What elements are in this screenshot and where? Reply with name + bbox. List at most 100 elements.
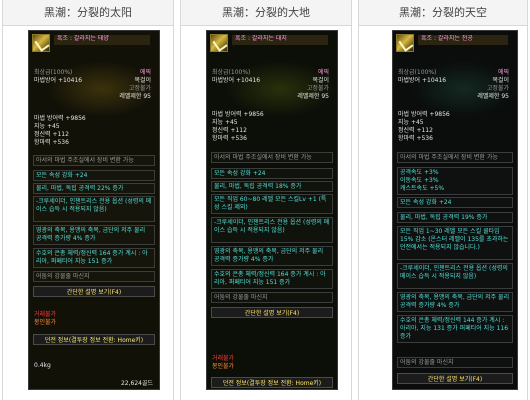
column-header-sky: 黑潮：分裂的天空 [358, 0, 528, 26]
grade-text: 최상급(100%) [34, 69, 73, 76]
set-name-box: 어둠의 강물줄 마신지 [397, 357, 513, 368]
skill-option-text: -크루세이더, 인챈트리스 전용 옵션 (성령의 메이스 습득 시 적용되지 않… [214, 219, 330, 235]
stat-line: 마법 방어력 +9856 [212, 111, 264, 118]
tooltip-header: 흑조 : 갈라지는 대지 [210, 34, 334, 66]
set-name-text: 어둠의 강물줄 마신지 [214, 294, 268, 301]
element-box: 모든 속성 강화 +24 [211, 168, 333, 179]
buff-box-2: 수호의 은총 체력/정신력 144 증가 계시 : 아리아, 지능 131 증가… [397, 315, 513, 343]
simple-description-button[interactable]: 간단한 설명 보기(F4) [33, 286, 155, 297]
set-name-text: 어둠의 강물줄 마신지 [400, 359, 454, 366]
stat-line: 지능 +45 [212, 119, 238, 126]
column-header-sun: 黑潮：分裂的太阳 [2, 0, 174, 26]
tooltip-header: 흑조 : 갈라지는 태양 [32, 34, 156, 66]
defense-top-text: 마법방어 +10416 [398, 77, 447, 84]
damage-text: 물리, 마법, 독립 공격력 19% 증가 [400, 214, 488, 221]
slot-text: 목걸이 [134, 77, 151, 84]
damage-text: 물리, 마법, 독립 공격력 18% 증가 [214, 183, 302, 190]
element-text: 모든 속성 강화 +24 [400, 199, 452, 206]
stat-line: 마법 방어력 +9856 [398, 111, 450, 118]
simple-description-button[interactable]: 간단한 설명 보기(F4) [397, 373, 513, 384]
stat-line: 지능 +45 [398, 119, 424, 126]
buff-box-1: 영광의 축복, 용맹의 축복, 금단의 저주 물리 공격력 증가량 4% 증가 [397, 292, 513, 312]
grade-text: 최상급(100%) [398, 69, 437, 76]
simple-description-button[interactable]: 간단한 설명 보기(F4) [211, 307, 333, 318]
element-box: 모든 속성 강화 +24 [33, 170, 155, 181]
option-note: 아서의 마법 주조실에서 장비 변환 가능 [400, 154, 498, 161]
stat-line: 항마력 +536 [212, 135, 247, 142]
dungeon-info-toggle-button[interactable]: 던전 정보(결투장 정보 전환: Home키) [211, 377, 333, 388]
skill-level-box: 모든 직업 60~80 레벨 모든 스킬Lv +1 (특성 스킬 제외) [211, 194, 333, 214]
buff-text-2: 수호의 은총 체력/정신력 164 증가 계시 : 아리아, 퍼페티어 지능 1… [214, 271, 326, 287]
stat-line: 정신력 +112 [398, 127, 433, 134]
speed-line: 공격속도 +3% [400, 169, 439, 176]
level-req-text: 레벨제한 95 [477, 93, 509, 100]
unsealable-text: 봉인불가 [212, 363, 235, 370]
level-req-text: 레벨제한 95 [119, 93, 151, 100]
skill-option-text: -크루세이더, 인챈트리스 전용 옵션 (성령의 메이스 습득 시 적용되지 않… [400, 265, 508, 281]
tooltip-header: 흑조 : 갈라지는 천공 [396, 34, 514, 66]
stat-line: 지능 +45 [34, 123, 60, 130]
set-name-text: 어둠의 강물줄 마신지 [36, 273, 90, 280]
price-text: 22,624골드 [120, 380, 153, 387]
element-text: 모든 속성 강화 +24 [36, 172, 88, 179]
level-req-text: 레벨제한 95 [297, 93, 329, 100]
untradeable-text: 거래불가 [212, 355, 235, 362]
necklace-item-icon [32, 34, 50, 52]
buff-box-1: 영광의 축복, 용맹의 축복, 금단의 저주 물리 공격력 증가량 4% 증가 [33, 225, 155, 245]
damage-box: 물리, 마법, 독립 공격력 18% 증가 [211, 181, 333, 192]
item-tooltip-sun: 흑조 : 갈라지는 태양 최상급(100%) 에픽 마법방어 +10416 목걸… [28, 30, 160, 390]
element-box: 모든 속성 강화 +24 [397, 197, 513, 208]
bound-text: 고정불가 [128, 85, 151, 92]
buff-box-1: 영광의 축복, 용맹의 축복, 금단의 저주 물리 공격력 증가량 4% 증가 [211, 246, 333, 266]
buff-box-2: 수호의 은총 체력/정신력 164 증가 계시 : 아리아, 퍼페티어 지능 1… [33, 248, 155, 268]
bound-text: 고정불가 [486, 85, 509, 92]
buff-box-2: 수호의 은총 체력/정신력 164 증가 계시 : 아리아, 퍼페티어 지능 1… [211, 269, 333, 289]
option-note-box: 아서의 마법 주조실에서 장비 변환 가능 [33, 155, 155, 166]
skill-option-box: -크루세이더, 인챈트리스 전용 옵션 (성령의 메이스 습득 시 적용되지 않… [397, 263, 513, 289]
grade-text: 최상급(100%) [212, 69, 251, 76]
item-name: 흑조 : 갈라지는 천공 [418, 35, 508, 45]
cooldown-box: 모든 직업 1~30 레벨 모든 스킬 쿨타임 15% 감소 (온스터 레벨이 … [397, 226, 513, 260]
column-header-earth: 黑潮：分裂的大地 [180, 0, 352, 26]
stat-line: 정신력 +112 [34, 131, 69, 138]
untradeable-text: 거래불가 [34, 311, 57, 318]
slot-text: 목걸이 [312, 77, 329, 84]
rarity-text: 에픽 [497, 69, 509, 76]
skill-option-box: -크루세이더, 인챈트리스 전용 옵션 (성령의 메이스 습득 시 적용되지 않… [33, 196, 155, 222]
buff-text-1: 영광의 축복, 용맹의 축복, 금단의 저주 물리 공격력 증가량 4% 증가 [400, 294, 510, 310]
rarity-text: 에픽 [139, 69, 151, 76]
item-name: 흑조 : 갈라지는 태양 [54, 35, 150, 45]
speed-box: 공격속도 +3% 이동속도 +3% 캐스트속도 +5% [397, 167, 513, 195]
option-note: 아서의 마법 주조실에서 장비 변환 가능 [214, 154, 312, 161]
cooldown-text: 모든 직업 1~30 레벨 모든 스킬 쿨타임 15% 감소 (온스터 레벨이 … [400, 228, 509, 252]
rarity-text: 에픽 [317, 69, 329, 76]
element-text: 모든 속성 강화 +24 [214, 170, 266, 177]
damage-box: 물리, 마법, 독립 공격력 19% 증가 [397, 212, 513, 223]
necklace-item-icon [396, 34, 414, 52]
item-name: 흑조 : 갈라지는 대지 [232, 35, 328, 45]
option-note-box: 아서의 마법 주조실에서 장비 변환 가능 [397, 152, 513, 163]
stat-line: 마법 방어력 +9856 [34, 115, 86, 122]
necklace-item-icon [210, 34, 228, 52]
dungeon-info-toggle-button[interactable]: 던전 정보(결투장 정보 전환: Home키) [33, 334, 155, 345]
set-name-box: 어둠의 강물줄 마신지 [211, 292, 333, 303]
skill-level-text: 모든 직업 60~80 레벨 모든 스킬Lv +1 (특성 스킬 제외) [214, 196, 327, 212]
weight-text: 0.4kg [34, 362, 51, 369]
unsealable-text: 봉인불가 [34, 319, 57, 326]
buff-text-1: 영광의 축복, 용맹의 축복, 금단의 저주 물리 공격력 증가량 4% 증가 [36, 227, 146, 243]
slot-text: 목걸이 [492, 77, 509, 84]
damage-text: 물리, 마법, 독립 공격력 22% 증가 [36, 185, 124, 192]
stat-line: 항마력 +536 [398, 135, 433, 142]
set-name-box: 어둠의 강물줄 마신지 [33, 271, 155, 282]
skill-option-box: -크루세이더, 인챈트리스 전용 옵션 (성령의 메이스 습득 시 적용되지 않… [211, 217, 333, 243]
speed-line: 이동속도 +3% [400, 177, 439, 184]
skill-option-text: -크루세이더, 인챈트리스 전용 옵션 (성령의 메이스 습득 시 적용되지 않… [36, 198, 152, 214]
defense-top-text: 마법방어 +10416 [34, 77, 83, 84]
buff-text-2: 수호의 은총 체력/정신력 164 증가 계시 : 아리아, 퍼페티어 지능 1… [36, 250, 148, 266]
option-note-box: 아서의 마법 주조실에서 장비 변환 가능 [211, 152, 333, 163]
buff-text-1: 영광의 축복, 용맹의 축복, 금단의 저주 물리 공격력 증가량 4% 증가 [214, 248, 324, 264]
defense-top-text: 마법방어 +10416 [212, 77, 261, 84]
damage-box: 물리, 마법, 독립 공격력 22% 증가 [33, 183, 155, 194]
item-tooltip-earth: 흑조 : 갈라지는 대지 최상급(100%) 에픽 마법방어 +10416 목걸… [206, 30, 338, 390]
stat-line: 항마력 +536 [34, 139, 69, 146]
